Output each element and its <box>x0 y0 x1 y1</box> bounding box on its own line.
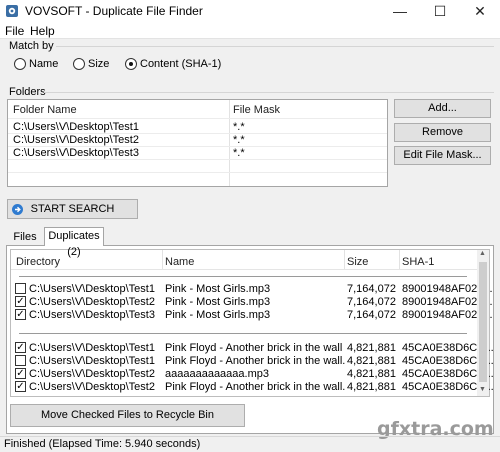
row-checkbox[interactable] <box>15 283 26 294</box>
dup-row-size[interactable]: 7,164,072 <box>347 296 396 308</box>
row-checkbox[interactable]: ✓ <box>15 309 26 320</box>
minimize-button[interactable]: — <box>380 0 420 22</box>
move-to-recycle-bin-button[interactable]: Move Checked Files to Recycle Bin <box>10 404 245 427</box>
dup-row-name[interactable]: Pink - Most Girls.mp3 <box>165 296 270 308</box>
dup-row-size[interactable]: 4,821,881 <box>347 381 396 393</box>
menu-file[interactable]: File <box>5 24 24 38</box>
app-icon <box>6 5 18 17</box>
tab-duplicates[interactable]: Duplicates (2) <box>44 227 104 258</box>
match-by-divider <box>56 46 494 47</box>
col-name[interactable]: Name <box>165 256 194 268</box>
dup-row-name[interactable]: aaaaaaaaaaaaa.mp3 <box>165 368 269 380</box>
radio-circle <box>73 58 85 70</box>
status-text: Finished (Elapsed Time: 5.940 seconds) <box>4 438 201 450</box>
row-checkbox[interactable]: ✓ <box>15 381 26 392</box>
dup-row-directory[interactable]: C:\Users\V\Desktop\Test3 <box>29 309 155 321</box>
dup-row-name[interactable]: Pink Floyd - Another brick in the wall -… <box>165 342 345 354</box>
col-folder-name[interactable]: Folder Name <box>13 104 77 116</box>
header-divider <box>8 118 387 119</box>
dup-row-directory[interactable]: C:\Users\V\Desktop\Test1 <box>29 355 155 367</box>
dup-row-size[interactable]: 4,821,881 <box>347 355 396 367</box>
dup-row-directory[interactable]: C:\Users\V\Desktop\Test2 <box>29 368 155 380</box>
edit-file-mask-button[interactable]: Edit File Mask... <box>394 146 491 165</box>
menu-help[interactable]: Help <box>30 24 55 38</box>
add-button[interactable]: Add... <box>394 99 491 118</box>
col-size[interactable]: Size <box>347 256 368 268</box>
remove-button[interactable]: Remove <box>394 123 491 142</box>
folder-row-3-path[interactable]: C:\Users\V\Desktop\Test3 <box>13 147 139 159</box>
col-sha1[interactable]: SHA-1 <box>402 256 434 268</box>
dup-row-name[interactable]: Pink - Most Girls.mp3 <box>165 283 270 295</box>
col-file-mask[interactable]: File Mask <box>233 104 280 116</box>
row-checkbox[interactable]: ✓ <box>15 368 26 379</box>
dup-row-size[interactable]: 7,164,072 <box>347 309 396 321</box>
duplicates-list[interactable]: Directory Name Size SHA-1 C:\Users\V\Des… <box>10 249 494 397</box>
radio-selected-dot <box>129 62 133 66</box>
dup-row-size[interactable]: 7,164,072 <box>347 283 396 295</box>
dup-row-size[interactable]: 4,821,881 <box>347 342 396 354</box>
radio-size[interactable]: Size <box>73 58 118 72</box>
results-panel: Directory Name Size SHA-1 C:\Users\V\Des… <box>6 245 494 440</box>
row-checkbox[interactable] <box>15 355 26 366</box>
radio-circle-selected <box>125 58 137 70</box>
scrollbar-thumb[interactable] <box>479 262 487 382</box>
group-separator <box>19 333 467 334</box>
folders-divider <box>44 92 494 93</box>
folder-row-3-mask[interactable]: *.* <box>233 147 245 159</box>
window-title: VOVSOFT - Duplicate File Finder <box>25 4 203 18</box>
start-search-label: START SEARCH <box>30 203 115 215</box>
radio-content-label: Content (SHA-1) <box>140 58 222 70</box>
dup-row-directory[interactable]: C:\Users\V\Desktop\Test2 <box>29 381 155 393</box>
column-separator <box>399 250 400 269</box>
column-separator <box>229 100 230 186</box>
dup-row-directory[interactable]: C:\Users\V\Desktop\Test1 <box>29 283 155 295</box>
arrow-right-circle-icon <box>12 204 23 215</box>
row-divider <box>8 172 387 173</box>
match-by-label: Match by <box>9 40 54 52</box>
column-separator <box>162 250 163 269</box>
column-separator <box>344 250 345 269</box>
close-button[interactable]: ✕ <box>460 0 500 22</box>
dup-row-directory[interactable]: C:\Users\V\Desktop\Test2 <box>29 296 155 308</box>
group-separator <box>19 276 467 277</box>
dup-row-size[interactable]: 4,821,881 <box>347 368 396 380</box>
header-divider <box>11 269 477 270</box>
row-checkbox[interactable]: ✓ <box>15 342 26 353</box>
row-divider <box>8 159 387 160</box>
col-directory[interactable]: Directory <box>16 256 60 268</box>
row-checkbox[interactable]: ✓ <box>15 296 26 307</box>
vertical-scrollbar[interactable]: ▲ ▼ <box>477 250 489 396</box>
dup-row-name[interactable]: Pink - Most Girls.mp3 <box>165 309 270 321</box>
folder-row-1-mask[interactable]: *.* <box>233 121 245 133</box>
radio-name[interactable]: Name <box>14 58 64 72</box>
menu-bar: File Help <box>0 22 500 39</box>
radio-name-label: Name <box>29 58 59 70</box>
dup-row-directory[interactable]: C:\Users\V\Desktop\Test1 <box>29 342 155 354</box>
dup-row-name[interactable]: Pink Floyd - Another brick in the wall.m… <box>165 381 345 393</box>
tab-files[interactable]: Files (50) <box>6 229 44 259</box>
maximize-button[interactable]: ☐ <box>420 0 460 22</box>
folders-label: Folders <box>9 86 46 98</box>
scroll-down-icon[interactable]: ▼ <box>479 386 486 393</box>
folders-list[interactable]: Folder Name File Mask C:\Users\V\Desktop… <box>7 99 388 187</box>
folder-row-1-path[interactable]: C:\Users\V\Desktop\Test1 <box>13 121 139 133</box>
folder-row-2-mask[interactable]: *.* <box>233 134 245 146</box>
scroll-up-icon[interactable]: ▲ <box>479 250 486 257</box>
title-bar: VOVSOFT - Duplicate File Finder — ☐ ✕ <box>0 0 500 22</box>
radio-circle <box>14 58 26 70</box>
dup-row-name[interactable]: Pink Floyd - Another brick in the wall.m… <box>165 355 345 367</box>
start-search-button[interactable]: START SEARCH <box>7 199 138 219</box>
folder-row-2-path[interactable]: C:\Users\V\Desktop\Test2 <box>13 134 139 146</box>
radio-content-sha1[interactable]: Content (SHA-1) <box>125 58 235 72</box>
status-bar: Finished (Elapsed Time: 5.940 seconds) <box>0 436 500 452</box>
radio-size-label: Size <box>88 58 110 70</box>
